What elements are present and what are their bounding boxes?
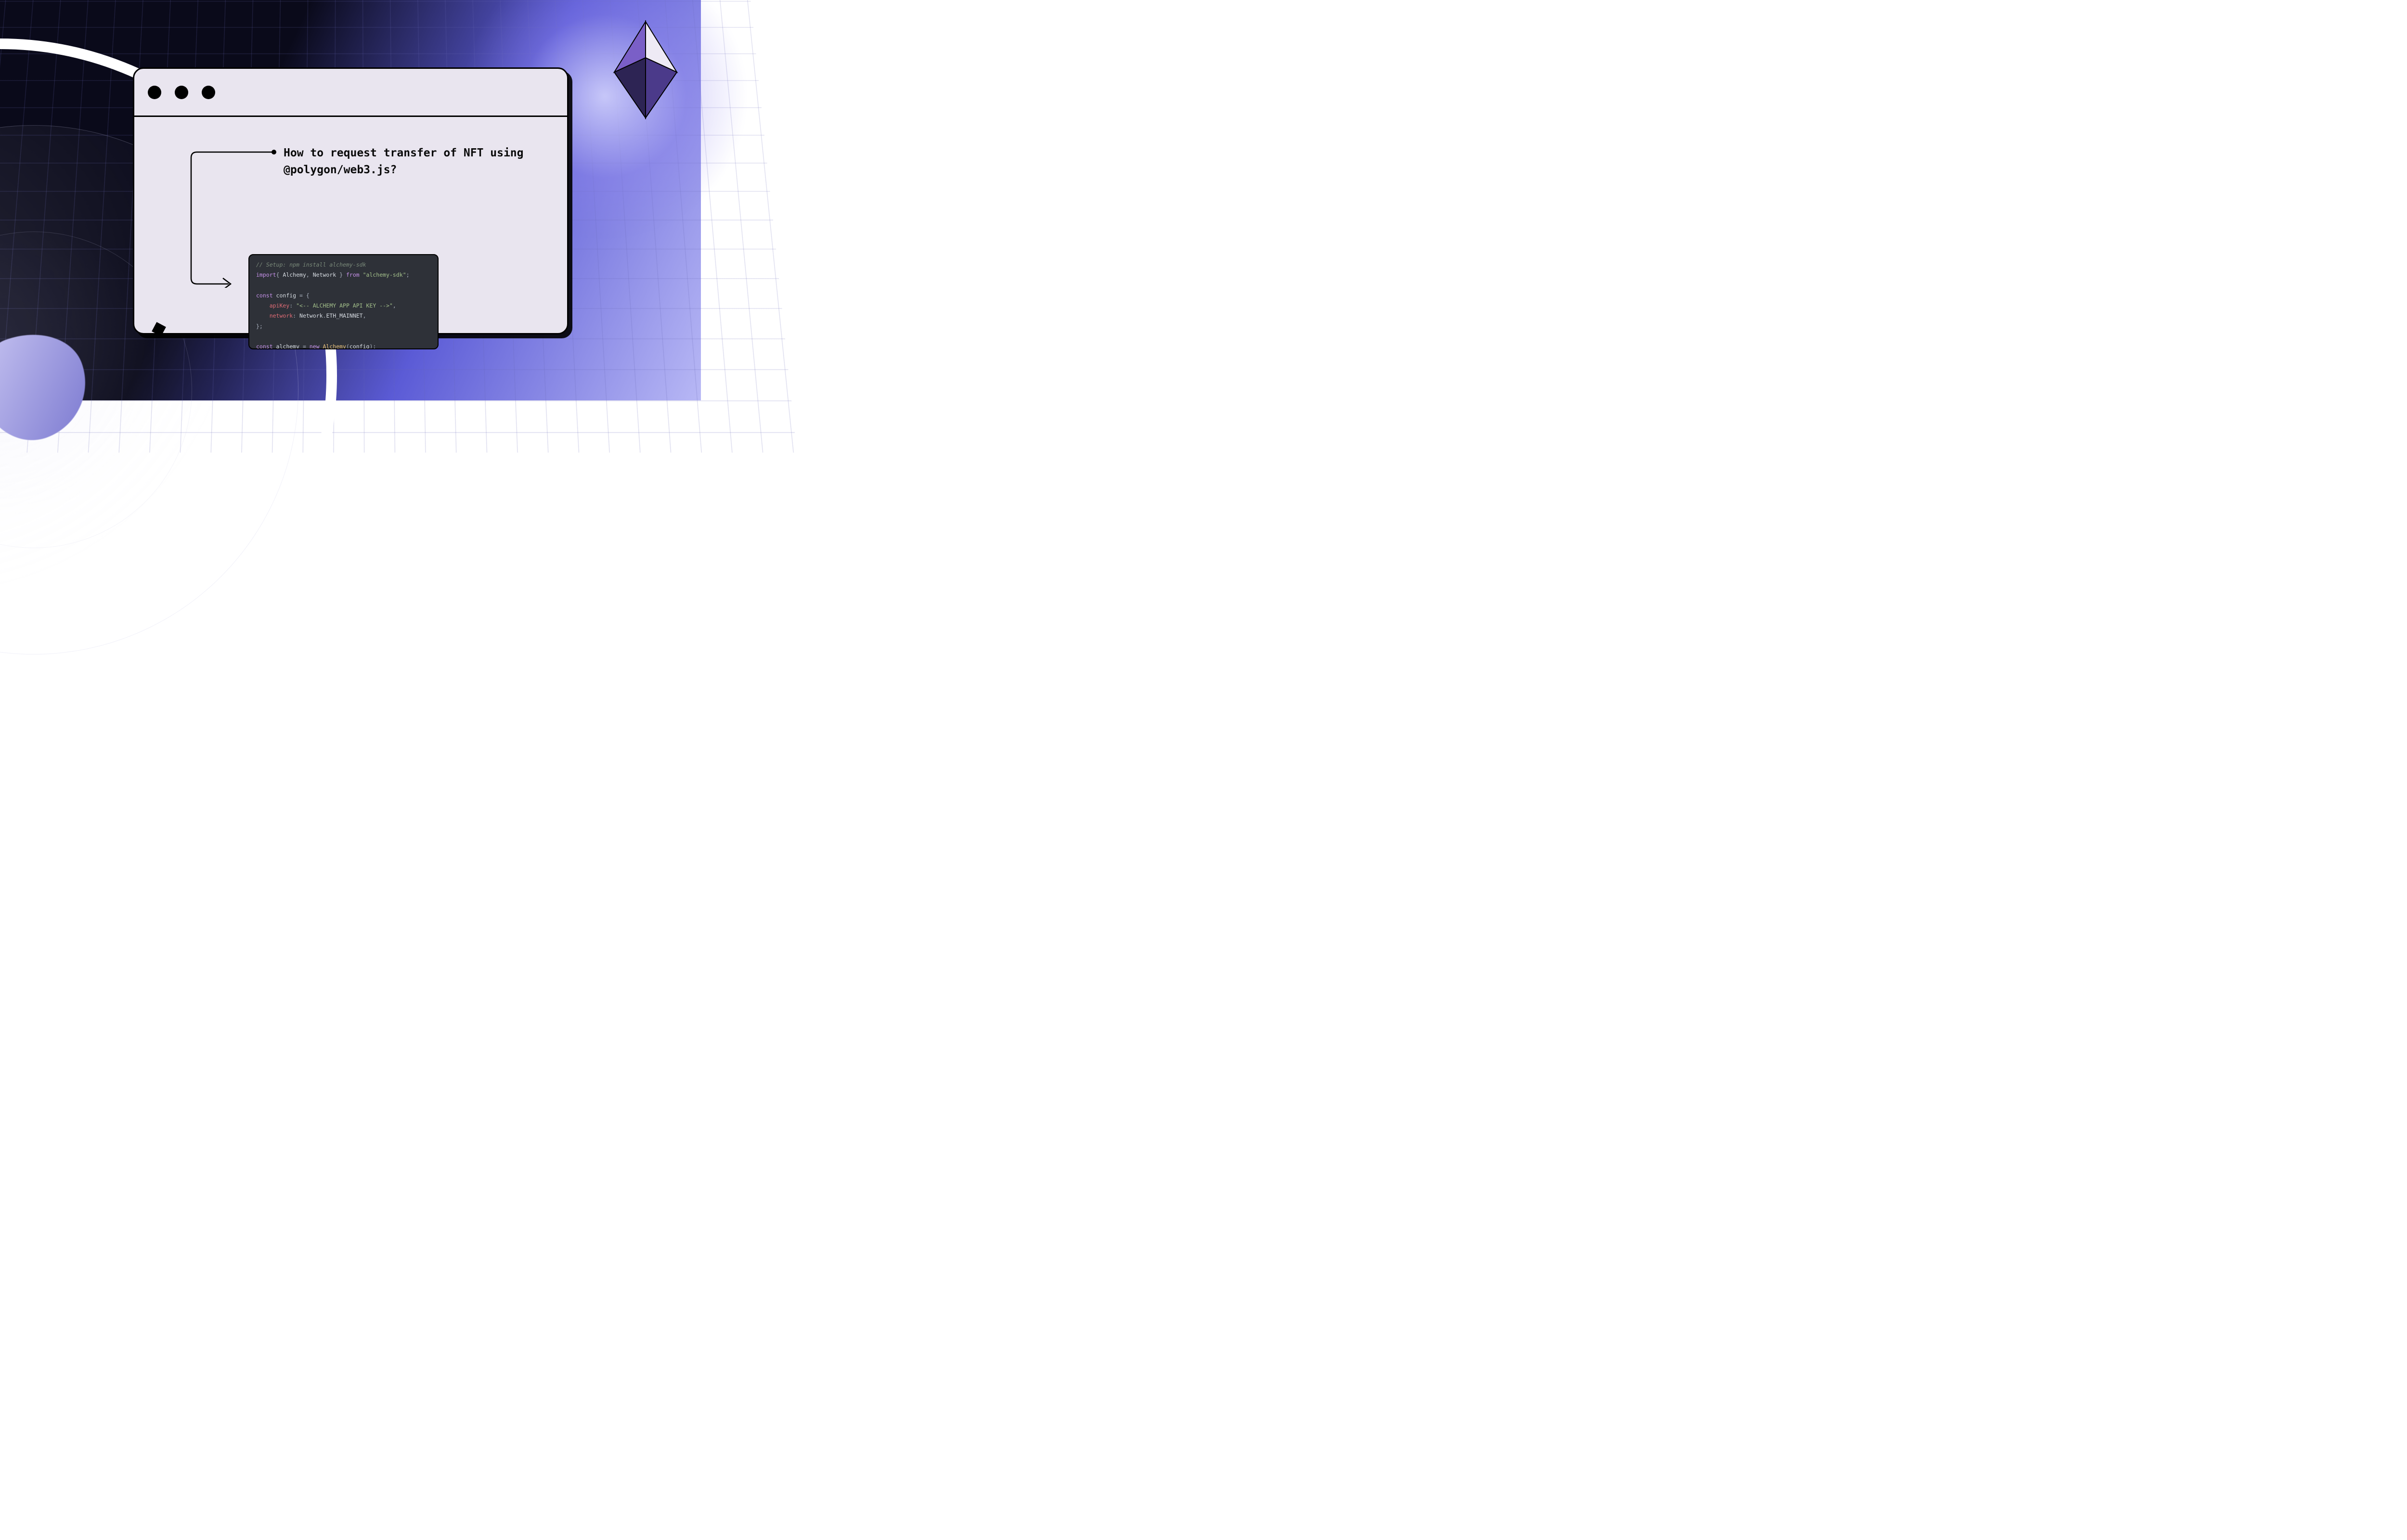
window-dot bbox=[175, 86, 188, 99]
code-snippet: // Setup: npm install alchemy-sdk import… bbox=[248, 254, 439, 349]
hero-canvas: How to request transfer of NFT using @po… bbox=[0, 0, 701, 400]
window-dot bbox=[202, 86, 215, 99]
code-keyword: import bbox=[256, 271, 276, 278]
content-card: How to request transfer of NFT using @po… bbox=[133, 67, 569, 334]
window-titlebar bbox=[134, 69, 567, 117]
square-accent-icon bbox=[152, 322, 166, 336]
code-comment: // Setup: npm install alchemy-sdk bbox=[256, 261, 366, 268]
card-content: How to request transfer of NFT using @po… bbox=[134, 117, 567, 146]
window-dot bbox=[148, 86, 161, 99]
ethereum-gem-icon bbox=[609, 19, 682, 120]
article-heading: How to request transfer of NFT using @po… bbox=[284, 145, 544, 178]
